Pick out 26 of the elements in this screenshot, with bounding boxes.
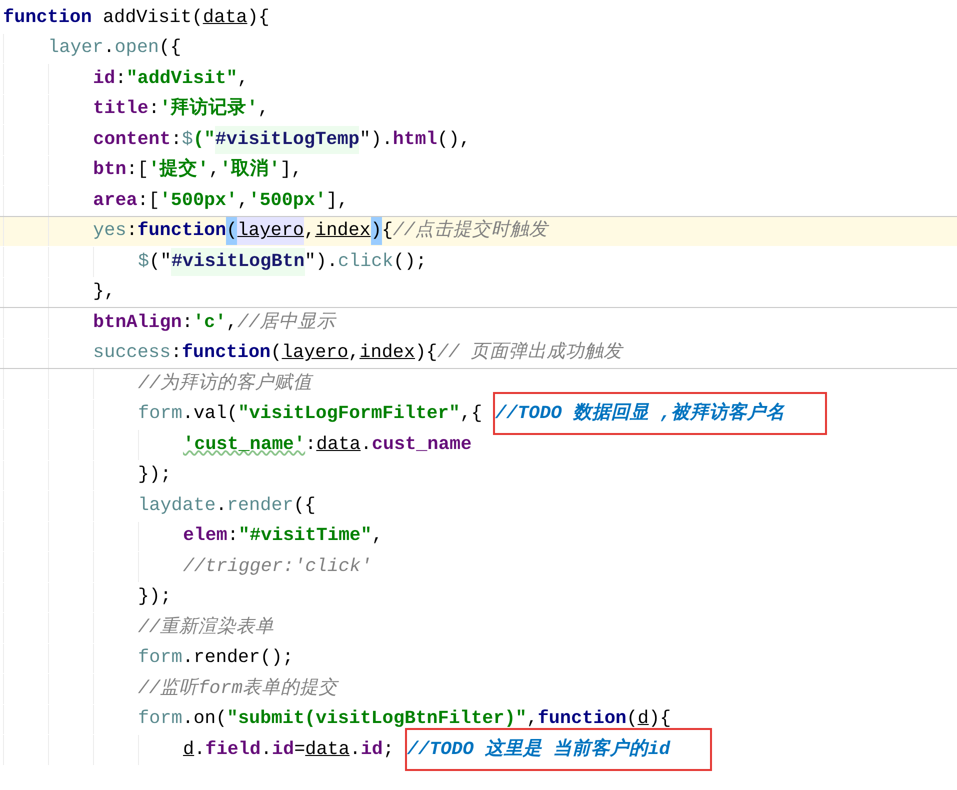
code-line: area:['500px','500px'],: [93, 188, 348, 213]
code-line: //trigger:'click': [183, 554, 372, 579]
code-line: elem:"#visitTime",: [183, 524, 383, 548]
code-line: });: [138, 463, 172, 488]
code-line: function addVisit(data){: [3, 6, 270, 30]
code-line: });: [138, 585, 172, 610]
code-line: id:"addVisit",: [93, 66, 248, 91]
todo-comment: //TODO 这里是 当前客户的id: [405, 728, 712, 771]
code-line: layer.open({: [48, 36, 182, 60]
code-line: yes:function(layero,index){//点击提交时触发: [93, 216, 548, 246]
code-line: //重新渲染表单: [138, 616, 274, 640]
code-line: laydate.render({: [138, 494, 316, 518]
code-line: },: [93, 280, 116, 304]
code-line: btn:['提交','取消'],: [93, 156, 302, 182]
code-line: 'cust_name':data.cust_name: [183, 432, 472, 457]
code-text: d.field.id=data.id;: [183, 738, 396, 760]
code-line: $("#visitLogBtn").click();: [138, 247, 427, 276]
code-line: form.render();: [138, 646, 294, 670]
code-line: btnAlign:'c',//居中显示: [93, 310, 336, 335]
code-line: //监听form表单的提交: [138, 676, 338, 701]
code-line: title:'拜访记录',: [93, 96, 269, 122]
code-text: form.val("visitLogFormFilter",{: [138, 403, 484, 424]
code-line: //为拜访的客户赋值: [138, 371, 312, 396]
todo-comment: //TODO 数据回显 ,被拜访客户名: [493, 392, 828, 436]
code-line: success:function(layero,index){// 页面弹出成功触发: [93, 340, 623, 366]
code-line: content:$("#visitLogTemp").html(),: [93, 125, 471, 154]
